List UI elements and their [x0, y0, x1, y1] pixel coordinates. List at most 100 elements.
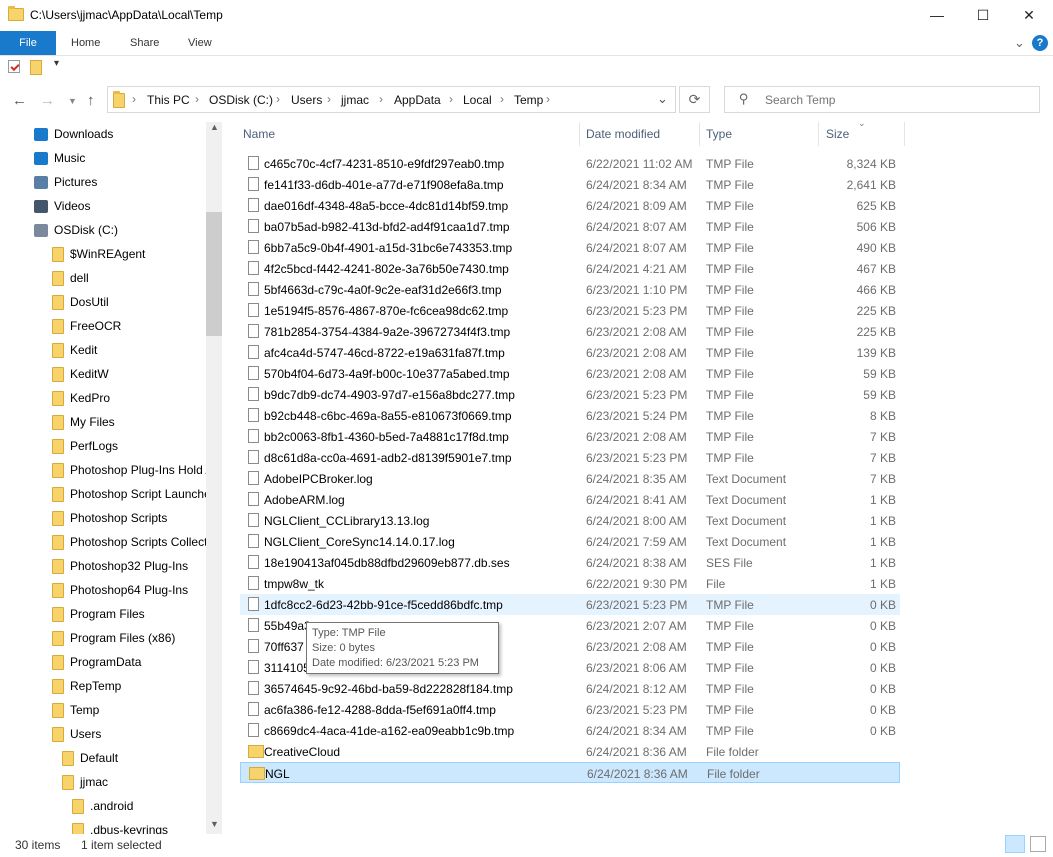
nav-item[interactable]: KeditW: [52, 362, 206, 386]
file-row[interactable]: 781b2854-3754-4384-9a2e-39672734f4f3.tmp…: [240, 321, 900, 342]
breadcrumb-separator[interactable]: ›: [327, 92, 331, 106]
breadcrumb-separator[interactable]: ›: [379, 92, 383, 106]
nav-item[interactable]: Temp: [52, 698, 206, 722]
breadcrumb-jjmac[interactable]: jjmac: [341, 93, 369, 107]
nav-item[interactable]: PerfLogs: [52, 434, 206, 458]
file-row[interactable]: fe141f33-d6db-401e-a77d-e71f908efa8a.tmp…: [240, 174, 900, 195]
breadcrumb-temp[interactable]: Temp: [514, 93, 543, 107]
nav-item[interactable]: Program Files: [52, 602, 206, 626]
nav-item[interactable]: Default: [62, 746, 206, 770]
nav-item[interactable]: Photoshop64 Plug-Ins: [52, 578, 206, 602]
file-row[interactable]: NGLClient_CoreSync14.14.0.17.log 6/24/202…: [240, 531, 900, 552]
nav-item[interactable]: Downloads: [34, 122, 206, 146]
file-row[interactable]: 18e190413af045db88dfbd29609eb877.db.ses 6…: [240, 552, 900, 573]
nav-item[interactable]: Pictures: [34, 170, 206, 194]
chevron-down-icon[interactable]: ⌄: [657, 91, 668, 107]
recent-locations-icon[interactable]: ▼: [68, 96, 77, 106]
folder-row[interactable]: CreativeCloud 6/24/2021 8:36 AM File folde…: [240, 741, 900, 762]
file-row[interactable]: 5bf4663d-c79c-4a0f-9c2e-eaf31d2e66f3.tmp…: [240, 279, 900, 300]
tab-share[interactable]: Share: [130, 31, 159, 55]
nav-item[interactable]: $WinREAgent: [52, 242, 206, 266]
file-row[interactable]: 570b4f04-6d73-4a9f-b00c-10e377a5abed.tmp…: [240, 363, 900, 384]
nav-item[interactable]: Photoshop Plug-Ins Hold A: [52, 458, 206, 482]
search-input[interactable]: [763, 92, 1027, 108]
file-row[interactable]: NGLClient_CCLibrary13.13.log 6/24/2021 8:…: [240, 510, 900, 531]
file-row[interactable]: AdobeARM.log 6/24/2021 8:41 AM Text Docume…: [240, 489, 900, 510]
column-header-type[interactable]: Type: [706, 127, 732, 141]
customize-toolbar-icon[interactable]: ▾: [54, 58, 59, 69]
breadcrumb-this-pc[interactable]: This PC: [147, 93, 190, 107]
nav-item[interactable]: jjmac: [62, 770, 206, 794]
breadcrumb-separator[interactable]: ›: [500, 92, 504, 106]
nav-item[interactable]: .android: [72, 794, 206, 818]
file-row[interactable]: ac6fa386-fe12-4288-8dda-f5ef691a0ff4.tmp…: [240, 699, 900, 720]
refresh-button[interactable]: ⟳: [679, 86, 710, 113]
nav-item[interactable]: Photoshop Scripts Collectio: [52, 530, 206, 554]
minimize-button[interactable]: —: [914, 0, 960, 31]
nav-item[interactable]: Photoshop Scripts: [52, 506, 206, 530]
nav-item[interactable]: Videos: [34, 194, 206, 218]
file-row[interactable]: b92cb448-c6bc-469a-8a55-e810673f0669.tmp…: [240, 405, 900, 426]
nav-item[interactable]: Photoshop32 Plug-Ins: [52, 554, 206, 578]
breadcrumb-separator[interactable]: ›: [195, 92, 199, 106]
nav-item[interactable]: .dbus-keyrings: [72, 818, 206, 834]
breadcrumb-separator[interactable]: ›: [276, 92, 280, 106]
breadcrumb-users[interactable]: Users: [291, 93, 322, 107]
address-bar[interactable]: › This PC › OSDisk (C:) › Users › jjmac …: [107, 86, 676, 113]
file-row[interactable]: 6bb7a5c9-0b4f-4901-a15d-31bc6e743353.tmp…: [240, 237, 900, 258]
expand-ribbon-button[interactable]: ⌄: [1014, 31, 1025, 55]
breadcrumb-osdisk[interactable]: OSDisk (C:): [209, 93, 273, 107]
nav-item[interactable]: Kedit: [52, 338, 206, 362]
breadcrumb-separator[interactable]: ›: [132, 92, 136, 106]
file-row[interactable]: c465c70c-4cf7-4231-8510-e9fdf297eab0.tmp…: [240, 153, 900, 174]
forward-arrow-icon[interactable]: →: [40, 92, 55, 109]
maximize-button[interactable]: ☐: [960, 0, 1006, 31]
column-header-name[interactable]: Name: [243, 127, 275, 141]
file-row[interactable]: 1e5194f5-8576-4867-870e-fc6cea98dc62.tmp…: [240, 300, 900, 321]
nav-item[interactable]: Users: [52, 722, 206, 746]
file-row[interactable]: ba07b5ad-b982-413d-bfd2-ad4f91caa1d7.tmp…: [240, 216, 900, 237]
up-arrow-icon[interactable]: ↑: [87, 92, 95, 109]
column-divider[interactable]: [904, 122, 905, 146]
column-header-size[interactable]: Size: [826, 127, 849, 141]
new-folder-icon[interactable]: [30, 60, 42, 75]
file-row[interactable]: d8c61d8a-cc0a-4691-adb2-d8139f5901e7.tmp…: [240, 447, 900, 468]
breadcrumb-separator[interactable]: ›: [546, 92, 550, 106]
nav-item[interactable]: Music: [34, 146, 206, 170]
file-row[interactable]: afc4ca4d-5747-46cd-8722-e19a631fa87f.tmp…: [240, 342, 900, 363]
tab-view[interactable]: View: [188, 31, 212, 55]
column-divider[interactable]: [699, 122, 700, 146]
tab-home[interactable]: Home: [71, 31, 100, 55]
details-view-button[interactable]: [1005, 835, 1025, 853]
nav-item[interactable]: Photoshop Script Launcher: [52, 482, 206, 506]
close-button[interactable]: ✕: [1006, 0, 1052, 31]
breadcrumb-appdata[interactable]: AppData: [394, 93, 441, 107]
back-arrow-icon[interactable]: ←: [12, 92, 27, 109]
scroll-down-icon[interactable]: ▼: [210, 819, 219, 829]
nav-item[interactable]: Program Files (x86): [52, 626, 206, 650]
nav-item[interactable]: KedPro: [52, 386, 206, 410]
nav-pane-scroll-thumb[interactable]: [206, 212, 222, 336]
file-row[interactable]: 1dfc8cc2-6d23-42bb-91ce-f5cedd86bdfc.tmp…: [240, 594, 900, 615]
nav-item[interactable]: OSDisk (C:): [34, 218, 206, 242]
large-icons-view-button[interactable]: [1030, 836, 1046, 852]
file-row[interactable]: b9dc7db9-dc74-4903-97d7-e156a8bdc277.tmp…: [240, 384, 900, 405]
properties-icon[interactable]: [8, 60, 20, 73]
nav-item[interactable]: DosUtil: [52, 290, 206, 314]
file-row[interactable]: tmpw8w_tk 6/22/2021 9:30 PM File 1 KB: [240, 573, 900, 594]
folder-row[interactable]: NGL 6/24/2021 8:36 AM File folder: [240, 762, 900, 783]
file-row[interactable]: 36574645-9c92-46bd-ba59-8d222828f184.tmp…: [240, 678, 900, 699]
column-header-date[interactable]: Date modified: [586, 127, 660, 141]
column-divider[interactable]: [579, 122, 580, 146]
file-row[interactable]: dae016df-4348-48a5-bcce-4dc81d14bf59.tmp…: [240, 195, 900, 216]
help-button[interactable]: ?: [1032, 35, 1048, 51]
file-row[interactable]: bb2c0063-8fb1-4360-b5ed-7a4881c17f8d.tmp…: [240, 426, 900, 447]
nav-item[interactable]: dell: [52, 266, 206, 290]
nav-item[interactable]: RepTemp: [52, 674, 206, 698]
file-row[interactable]: 4f2c5bcd-f442-4241-802e-3a76b50e7430.tmp…: [240, 258, 900, 279]
tab-file[interactable]: File: [0, 31, 56, 55]
breadcrumb-local[interactable]: Local: [463, 93, 492, 107]
breadcrumb-separator[interactable]: ›: [449, 92, 453, 106]
column-divider[interactable]: [818, 122, 819, 146]
nav-item[interactable]: My Files: [52, 410, 206, 434]
